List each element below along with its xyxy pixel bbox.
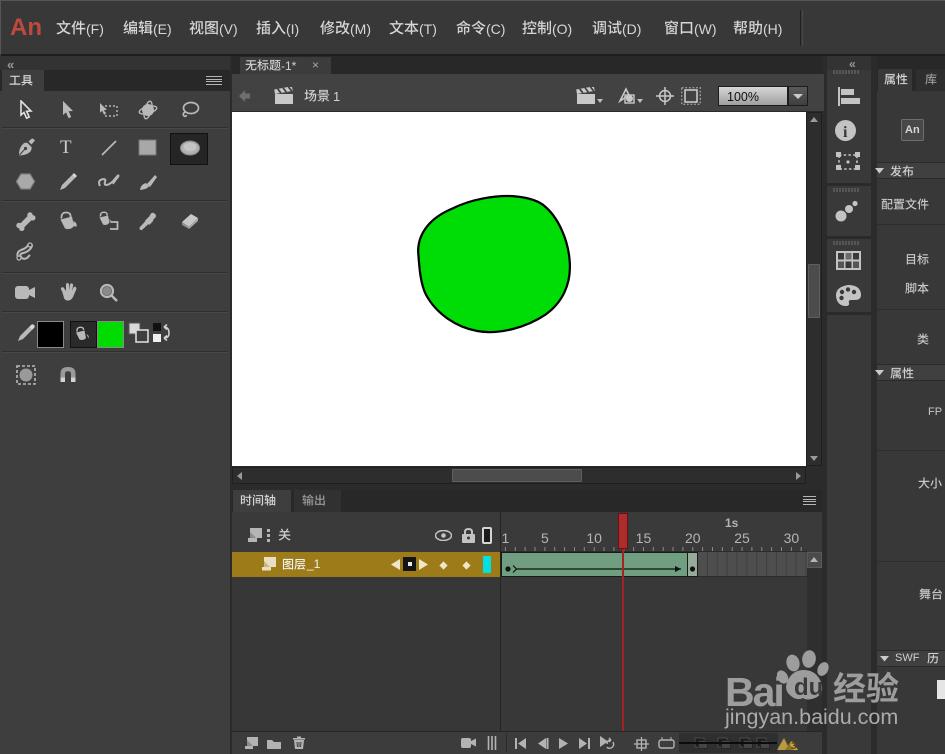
svg-text:3: 3 <box>791 741 797 752</box>
svg-text:i: i <box>843 124 848 141</box>
